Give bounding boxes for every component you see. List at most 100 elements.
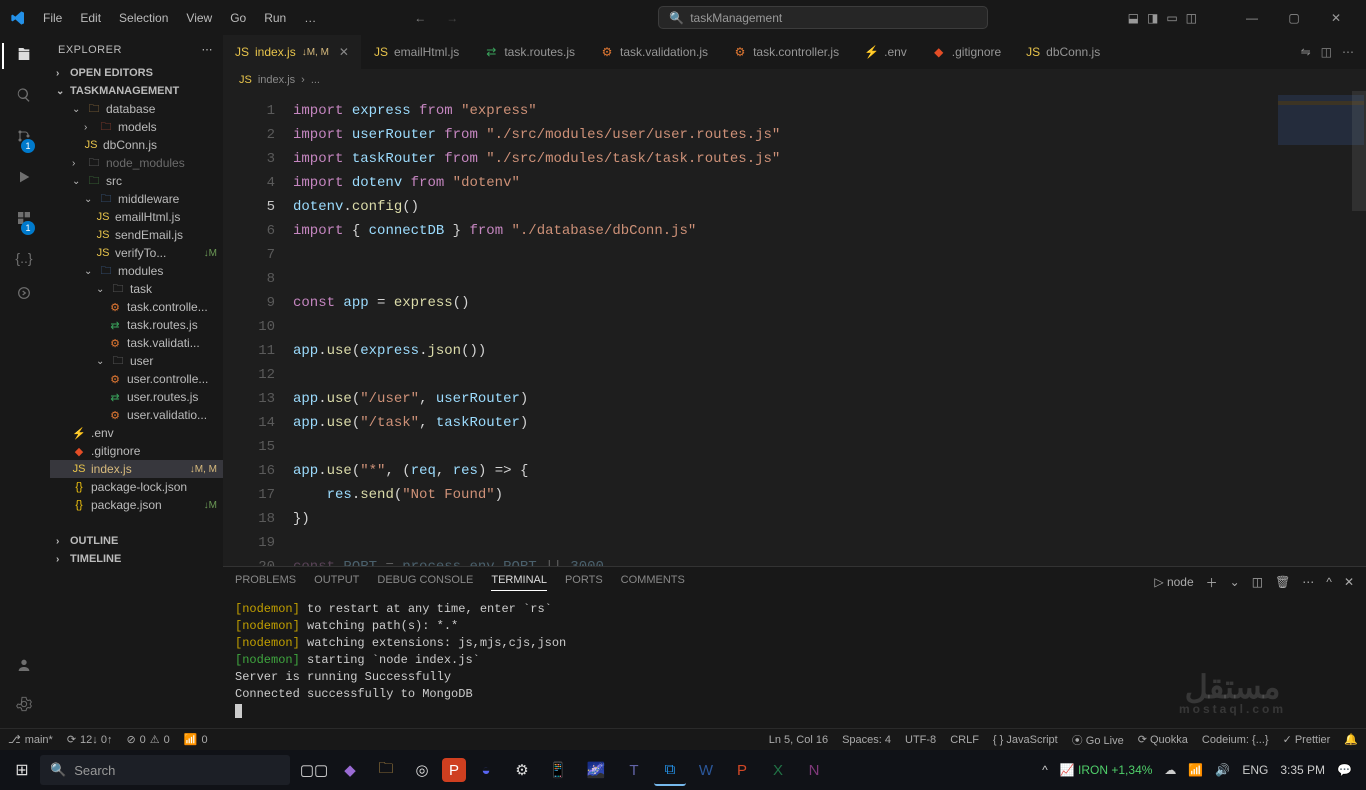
terminal-dropdown-icon[interactable]: ⌄	[1230, 575, 1240, 589]
tree-sendemail[interactable]: JSsendEmail.js	[50, 226, 223, 244]
tray-expand-icon[interactable]: ^	[1042, 763, 1048, 777]
activity-search-icon[interactable]	[16, 86, 32, 109]
close-icon[interactable]: ✕	[339, 45, 349, 59]
panel-tab-ports[interactable]: PORTS	[565, 574, 603, 590]
layout-left-icon[interactable]: ⬓	[1128, 11, 1139, 25]
tab-compare-icon[interactable]: ⇋	[1301, 45, 1311, 59]
activity-quokka-icon[interactable]	[16, 284, 32, 307]
tab-env[interactable]: ⚡.env	[852, 35, 920, 69]
tab-indexjs[interactable]: JS index.js ↓M, M ✕	[223, 35, 362, 69]
tree-verifyto[interactable]: JSverifyTo...↓M	[50, 244, 223, 262]
layout-grid-icon[interactable]: ◫	[1186, 11, 1197, 25]
tree-usercontroller[interactable]: ⚙user.controlle...	[50, 370, 223, 388]
scrollbar-vertical[interactable]	[1352, 91, 1366, 211]
terminal-new-icon[interactable]: ＋	[1206, 574, 1218, 591]
tree-env[interactable]: ⚡.env	[50, 424, 223, 442]
tab-gitignore[interactable]: ◆.gitignore	[920, 35, 1014, 69]
tree-indexjs[interactable]: JSindex.js↓M, M	[50, 460, 223, 478]
app-teams-icon[interactable]: T	[618, 754, 650, 786]
layout-bottom-icon[interactable]: ◨	[1147, 11, 1158, 25]
status-spaces[interactable]: Spaces: 4	[842, 734, 891, 746]
activity-settings-icon[interactable]	[16, 695, 32, 718]
taskview-icon[interactable]: ▢▢	[298, 754, 330, 786]
status-bell-icon[interactable]: 🔔	[1344, 733, 1358, 746]
tree-modules[interactable]: ⌄🗀modules	[50, 262, 223, 280]
outline-section[interactable]: ›OUTLINE	[48, 532, 223, 550]
panel-close-icon[interactable]: ✕	[1344, 575, 1354, 589]
app-phone-icon[interactable]: 📱	[542, 754, 574, 786]
tree-database[interactable]: ⌄🗀database	[50, 100, 223, 118]
menu-run[interactable]: Run	[256, 0, 294, 35]
app-onenote-icon[interactable]: N	[798, 754, 830, 786]
panel-tab-debug[interactable]: DEBUG CONSOLE	[377, 574, 473, 590]
activity-extensions-icon[interactable]: 1	[16, 209, 32, 232]
status-encoding[interactable]: UTF-8	[905, 734, 936, 746]
menu-selection[interactable]: Selection	[111, 0, 176, 35]
status-linecol[interactable]: Ln 5, Col 16	[769, 734, 828, 746]
window-close-icon[interactable]: ✕	[1321, 11, 1351, 25]
nav-back-icon[interactable]: ←	[414, 11, 426, 25]
code-content[interactable]: import express from "express"import user…	[293, 91, 1276, 566]
app-vscode-icon[interactable]: ⧉	[654, 754, 686, 786]
panel-maximize-icon[interactable]: ^	[1326, 575, 1332, 589]
status-branch[interactable]: ⎇ main*	[8, 733, 53, 746]
app-copilot-icon[interactable]: ◆	[334, 754, 366, 786]
tray-lang[interactable]: ENG	[1242, 763, 1268, 777]
activity-run-icon[interactable]	[16, 168, 32, 191]
code-editor[interactable]: 1234567891011121314151617181920 import e…	[223, 91, 1366, 566]
start-button-icon[interactable]: ⊞	[4, 760, 40, 780]
tree-models[interactable]: ›🗀models	[50, 118, 223, 136]
app-settings-icon[interactable]: ⚙	[506, 754, 538, 786]
status-language[interactable]: { } JavaScript	[993, 734, 1058, 746]
status-errors[interactable]: ⊘ 0 ⚠ 0	[126, 733, 169, 746]
tray-volume-icon[interactable]: 🔊	[1215, 763, 1230, 777]
status-prettier[interactable]: ✓ Prettier	[1283, 733, 1331, 746]
tree-gitignore[interactable]: ◆.gitignore	[50, 442, 223, 460]
menu-edit[interactable]: Edit	[72, 0, 109, 35]
terminal-output[interactable]: مستقل mostaql.com [nodemon] to restart a…	[223, 597, 1366, 728]
status-eol[interactable]: CRLF	[950, 734, 979, 746]
layout-right-icon[interactable]: ▭	[1166, 11, 1177, 25]
window-minimize-icon[interactable]: —	[1237, 11, 1267, 25]
status-radio[interactable]: 📶 0	[184, 733, 208, 746]
activity-scm-icon[interactable]: 1	[16, 127, 32, 150]
tab-taskvalidation[interactable]: ⚙task.validation.js	[588, 35, 721, 69]
status-golive[interactable]: ⦿ Go Live	[1072, 732, 1124, 748]
tree-taskroutes[interactable]: ⇄task.routes.js	[50, 316, 223, 334]
tab-more-icon[interactable]: ⋯	[1342, 45, 1354, 59]
tree-middleware[interactable]: ⌄🗀middleware	[50, 190, 223, 208]
app-excel-icon[interactable]: X	[762, 754, 794, 786]
panel-tab-terminal[interactable]: TERMINAL	[491, 574, 547, 591]
tree-task[interactable]: ⌄🗀task	[50, 280, 223, 298]
window-maximize-icon[interactable]: ▢	[1279, 11, 1309, 25]
app-ppt-icon[interactable]: P	[726, 754, 758, 786]
app-explorer-icon[interactable]: 🗀	[370, 754, 402, 786]
taskbar-search[interactable]: 🔍 Search	[40, 755, 290, 785]
tab-taskcontroller[interactable]: ⚙task.controller.js	[721, 35, 852, 69]
terminal-kind[interactable]: ▷ node	[1154, 575, 1193, 589]
breadcrumb[interactable]: JS index.js › ...	[223, 69, 1366, 91]
activity-explorer-icon[interactable]	[16, 45, 32, 68]
app-chrome-icon[interactable]: ◎	[406, 754, 438, 786]
panel-tab-comments[interactable]: COMMENTS	[621, 574, 685, 590]
tray-wifi-icon[interactable]: 📶	[1188, 763, 1203, 777]
tree-user[interactable]: ⌄🗀user	[50, 352, 223, 370]
tree-uservalidation[interactable]: ⚙user.validatio...	[50, 406, 223, 424]
explorer-more-icon[interactable]: ⋯	[202, 43, 214, 56]
activity-json-icon[interactable]: {..}	[15, 250, 32, 266]
app-word-icon[interactable]: W	[690, 754, 722, 786]
tree-pkg[interactable]: {}package.json↓M	[50, 496, 223, 514]
tree-nodemodules[interactable]: ›🗀node_modules	[50, 154, 223, 172]
tray-notif-icon[interactable]: 💬	[1337, 763, 1352, 777]
timeline-section[interactable]: ›TIMELINE	[48, 550, 223, 568]
app-p-icon[interactable]: P	[442, 758, 466, 782]
tray-time[interactable]: 3:35 PM	[1280, 763, 1325, 777]
open-editors-section[interactable]: ›OPEN EDITORS	[48, 64, 223, 82]
menu-go[interactable]: Go	[222, 0, 254, 35]
panel-tab-problems[interactable]: PROBLEMS	[235, 574, 296, 590]
tree-dbconn[interactable]: JSdbConn.js	[50, 136, 223, 154]
tree-emailhtml[interactable]: JSemailHtml.js	[50, 208, 223, 226]
tab-split-icon[interactable]: ◫	[1321, 45, 1332, 59]
menu-file[interactable]: File	[35, 0, 70, 35]
tab-dbconn[interactable]: JSdbConn.js	[1014, 35, 1113, 69]
